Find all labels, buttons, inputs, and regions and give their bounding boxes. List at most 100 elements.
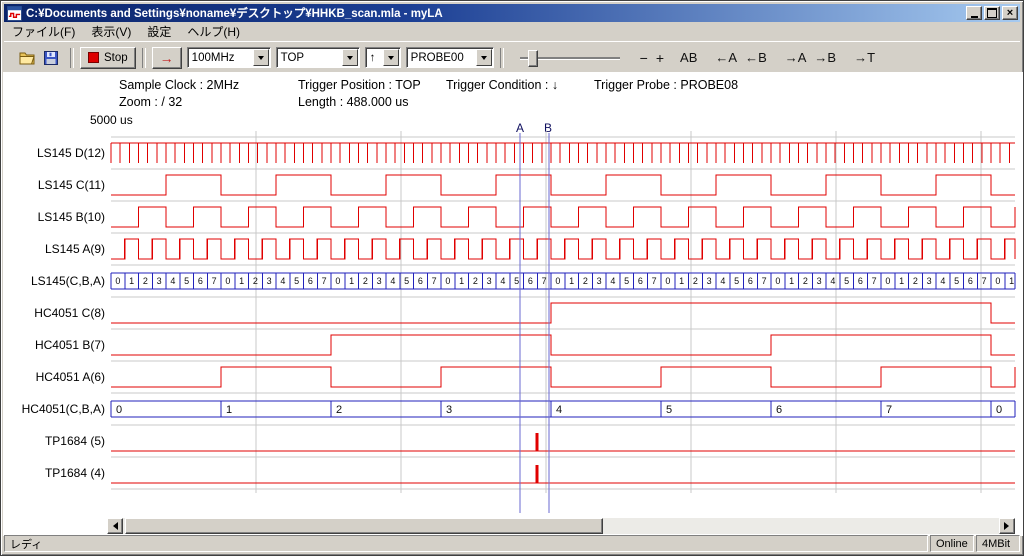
chevron-down-icon[interactable] [383, 49, 399, 66]
svg-text:1: 1 [226, 404, 232, 416]
svg-text:5: 5 [666, 404, 672, 416]
menu-item-settings[interactable]: 設定 [139, 21, 179, 42]
svg-text:2: 2 [803, 276, 808, 286]
svg-text:3: 3 [487, 276, 492, 286]
svg-text:4: 4 [720, 276, 725, 286]
svg-text:2: 2 [473, 276, 478, 286]
svg-text:6: 6 [528, 276, 533, 286]
menu-item-view[interactable]: 表示(V) [83, 21, 139, 42]
svg-text:0: 0 [775, 276, 780, 286]
chevron-down-icon[interactable] [476, 49, 492, 66]
svg-text:0: 0 [116, 404, 122, 416]
stop-button[interactable]: Stop [80, 47, 136, 69]
svg-text:1: 1 [129, 276, 134, 286]
move-a-left-button[interactable]: ←A [711, 49, 741, 66]
folder-open-icon [19, 50, 35, 66]
svg-text:4: 4 [500, 276, 505, 286]
status-online: Online [930, 535, 974, 552]
svg-text:0: 0 [665, 276, 670, 286]
move-b-left-button[interactable]: ←B [741, 49, 771, 66]
svg-text:5: 5 [404, 276, 409, 286]
close-button[interactable]: × [1002, 6, 1018, 20]
run-button[interactable]: → [152, 47, 182, 69]
svg-text:2: 2 [913, 276, 918, 286]
scroll-right-button[interactable] [999, 518, 1015, 534]
svg-text:3: 3 [597, 276, 602, 286]
toolbar-separator [70, 48, 74, 68]
title-bar[interactable]: C:¥Documents and Settings¥noname¥デスクトップ¥… [4, 4, 1020, 22]
minimize-icon [971, 16, 978, 18]
trigger-edge-select[interactable]: ↑ [365, 47, 401, 68]
maximize-icon [987, 8, 997, 18]
zoom-out-button[interactable]: − [636, 49, 652, 67]
sample-clock-select[interactable]: 100MHz [187, 47, 271, 68]
app-window: C:¥Documents and Settings¥noname¥デスクトップ¥… [0, 0, 1024, 556]
svg-text:3: 3 [446, 404, 452, 416]
svg-text:4: 4 [390, 276, 395, 286]
arrow-right-icon [1004, 522, 1013, 530]
svg-text:0: 0 [555, 276, 560, 286]
goto-trigger-button[interactable]: →T [850, 49, 879, 66]
svg-text:4: 4 [556, 404, 562, 416]
zoom-slider[interactable] [520, 49, 620, 67]
svg-text:6: 6 [858, 276, 863, 286]
length-info: Length : 488.000 us [298, 95, 409, 109]
svg-text:3: 3 [817, 276, 822, 286]
svg-text:1: 1 [459, 276, 464, 286]
move-b-right-button[interactable]: →B [810, 49, 840, 66]
close-icon: × [1007, 8, 1013, 18]
save-file-button[interactable] [40, 48, 62, 68]
svg-text:1: 1 [789, 276, 794, 286]
svg-text:5: 5 [184, 276, 189, 286]
svg-text:3: 3 [707, 276, 712, 286]
probe-select[interactable]: PROBE00 [406, 47, 494, 68]
svg-text:6: 6 [198, 276, 203, 286]
waveform-plot[interactable]: 0123456701234567012345670123456701234567… [3, 125, 1023, 521]
move-a-right-button[interactable]: →A [781, 49, 811, 66]
svg-text:0: 0 [335, 276, 340, 286]
svg-text:7: 7 [872, 276, 877, 286]
svg-text:1: 1 [899, 276, 904, 286]
client-area: Sample Clock : 2MHz Trigger Position : T… [3, 72, 1023, 536]
trigger-position-info: Trigger Position : TOP [298, 78, 421, 92]
scroll-left-button[interactable] [107, 518, 123, 534]
chevron-down-icon[interactable] [342, 49, 358, 66]
slider-thumb[interactable] [528, 50, 538, 67]
svg-text:1: 1 [349, 276, 354, 286]
svg-text:2: 2 [143, 276, 148, 286]
toolbar-separator [500, 48, 504, 68]
arrow-left-icon [109, 522, 118, 530]
svg-text:5: 5 [624, 276, 629, 286]
svg-text:2: 2 [253, 276, 258, 286]
svg-text:7: 7 [886, 404, 892, 416]
trigger-position-value: TOP [277, 52, 342, 64]
svg-text:1: 1 [679, 276, 684, 286]
horizontal-scrollbar[interactable] [107, 518, 1015, 534]
window-title: C:¥Documents and Settings¥noname¥デスクトップ¥… [26, 5, 964, 21]
svg-text:6: 6 [776, 404, 782, 416]
zoom-in-button[interactable]: + [652, 49, 668, 67]
sample-clock-info: Sample Clock : 2MHz [119, 78, 239, 92]
cursor-ab-button[interactable]: AB [676, 49, 701, 66]
minimize-button[interactable] [966, 6, 982, 20]
svg-text:2: 2 [693, 276, 698, 286]
trigger-edge-value: ↑ [366, 52, 383, 64]
svg-text:6: 6 [638, 276, 643, 286]
svg-text:6: 6 [308, 276, 313, 286]
menu-item-file[interactable]: ファイル(F) [4, 21, 83, 42]
menu-item-help[interactable]: ヘルプ(H) [179, 21, 248, 42]
svg-text:7: 7 [542, 276, 547, 286]
open-file-button[interactable] [16, 48, 38, 68]
svg-text:6: 6 [418, 276, 423, 286]
menu-bar: ファイル(F) 表示(V) 設定 ヘルプ(H) [4, 22, 1020, 41]
scrollbar-thumb[interactable] [125, 518, 603, 534]
app-icon [7, 6, 22, 21]
svg-text:0: 0 [995, 276, 1000, 286]
svg-text:4: 4 [170, 276, 175, 286]
svg-text:3: 3 [157, 276, 162, 286]
svg-text:7: 7 [212, 276, 217, 286]
trigger-position-select[interactable]: TOP [276, 47, 360, 68]
trigger-condition-info: Trigger Condition : ↓ [446, 78, 558, 92]
maximize-button[interactable] [984, 6, 1000, 20]
chevron-down-icon[interactable] [253, 49, 269, 66]
